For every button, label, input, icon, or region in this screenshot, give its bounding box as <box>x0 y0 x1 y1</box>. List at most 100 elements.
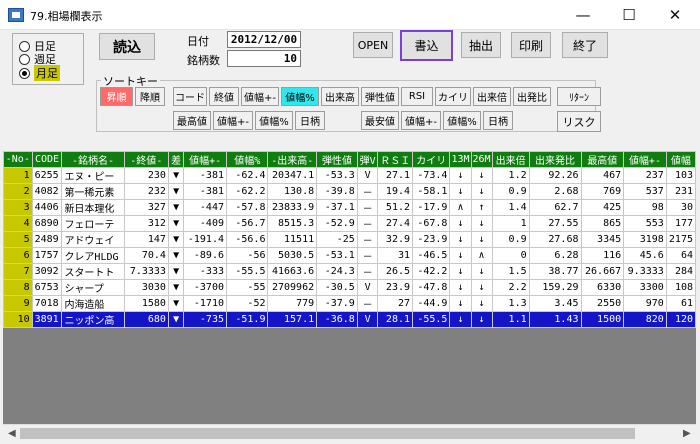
table-row[interactable]: 2 4082 第一稀元素 232 ▼ -381 -62.2 130.8 -39.8 － 19.4 -5… <box>3 183 696 200</box>
date-field[interactable]: 2012/12/00 <box>227 31 301 48</box>
scroll-thumb[interactable] <box>20 428 635 439</box>
sortkey-high-days[interactable]: 日柄 <box>295 111 325 130</box>
table-row[interactable]: 10 3891 ニッポン高 680 ▼ -735 -51.9 157.1 -36.8 V 28.1-… <box>3 311 696 328</box>
maximize-button[interactable]: ☐ <box>606 0 652 30</box>
table-cell: フェローテ <box>61 215 125 232</box>
table-cell: 新日本理化 <box>61 199 125 216</box>
table-row[interactable]: 6 1757 クレアHLDG 70.4 ▼ -89.6 -56 5030.5 -53.1 － 31-… <box>3 247 696 264</box>
table-cell: ▼ <box>167 295 185 312</box>
column-header[interactable]: 最高値 <box>580 151 625 168</box>
minimize-button[interactable]: — <box>560 0 606 30</box>
radio-weekly[interactable]: 週足 <box>19 52 56 66</box>
radio-daily-dot[interactable] <box>19 40 30 52</box>
sortkey-volume-ratio[interactable]: 出来倍 <box>473 87 511 106</box>
sortkey-code[interactable]: コード <box>173 87 207 106</box>
table-cell: -1710 <box>183 295 227 312</box>
table-cell: ▼ <box>167 247 185 264</box>
sortkey-low-change-pct[interactable]: 値幅% <box>443 111 481 130</box>
column-header[interactable]: 出来倍 <box>491 151 530 168</box>
count-field[interactable]: 10 <box>227 50 301 67</box>
column-header[interactable]: -出来高- <box>267 151 318 168</box>
row-number-cell: 4 <box>3 215 33 232</box>
table-row[interactable]: 1 6255 エヌ・ピー 230 ▼ -381 -62.4 20347.1 -53.3 V 27.1… <box>3 167 696 184</box>
table-cell: 120 <box>665 311 696 328</box>
column-header[interactable]: -銘柄名- <box>61 151 125 168</box>
extract-button[interactable]: 抽出 <box>461 32 501 58</box>
sortkey-change[interactable]: 値幅+- <box>241 87 279 106</box>
column-header[interactable]: 値幅% <box>225 151 269 168</box>
table-cell: -39.8 <box>316 183 358 200</box>
sortkey-change-pct[interactable]: 値幅% <box>281 87 319 106</box>
sortkey-low-change[interactable]: 値幅+- <box>401 111 441 130</box>
table-row[interactable]: 8 6753 シャープ 3030 ▼ -3700 -55 2709962 -30.5 V 23.9-… <box>3 279 696 296</box>
sortkey-high-change-pct[interactable]: 値幅% <box>255 111 293 130</box>
table-row[interactable]: 3 4406 新日本理化 327 ▼ -447 -57.8 23833.9 -37.1 － 51.2… <box>3 199 696 216</box>
sortkey-volume[interactable]: 出来高 <box>321 87 359 106</box>
column-header[interactable]: 13M <box>449 151 472 168</box>
table-row[interactable]: 4 6890 フェローテ 312 ▼ -409 -56.7 8515.3 -52.9 － 27.4-… <box>3 215 696 232</box>
table-cell: 231 <box>665 183 696 200</box>
stock-grid[interactable]: -No- CODE -銘柄名- -終値- 差値幅+- 値幅% -出来高- 弾性値 弾V ＲＳＩ カイ… <box>3 151 696 424</box>
sortkey-kairi[interactable]: カイリ <box>435 87 471 106</box>
sortkey-start-ratio[interactable]: 出発比 <box>513 87 551 106</box>
column-header[interactable]: 値幅 <box>665 151 696 168</box>
scroll-left-icon[interactable]: ◀ <box>8 428 16 439</box>
horizontal-scrollbar[interactable]: ◀ ▶ <box>3 424 696 441</box>
row-number-cell: 8 <box>3 279 33 296</box>
column-header[interactable]: 26M <box>470 151 493 168</box>
sortkey-low[interactable]: 最安値 <box>361 111 399 130</box>
sortkey-close[interactable]: 終値 <box>209 87 239 106</box>
row-number-cell: 6 <box>3 247 33 264</box>
print-button[interactable]: 印刷 <box>511 32 551 58</box>
sortkey-rsi[interactable]: RSI <box>401 87 433 106</box>
sortkey-return[interactable]: ﾘﾀｰﾝ <box>557 87 601 106</box>
radio-monthly-dot[interactable] <box>19 67 30 79</box>
table-cell: ▼ <box>167 183 185 200</box>
sort-asc-button[interactable]: 昇順 <box>100 87 133 106</box>
column-header[interactable]: 出来発比 <box>528 151 582 168</box>
table-row[interactable]: 7 3092 スタートト 7.3333 ▼ -333 -55.5 41663.6 -24.3 － 2… <box>3 263 696 280</box>
sortkey-high[interactable]: 最高値 <box>173 111 211 130</box>
table-cell: -36.8 <box>316 311 358 328</box>
column-header[interactable]: 値幅+- <box>183 151 227 168</box>
exit-button[interactable]: 終了 <box>562 32 608 58</box>
table-cell: 28.1 <box>377 311 414 328</box>
table-cell: 680 <box>123 311 169 328</box>
table-cell: 92.26 <box>528 167 582 184</box>
table-cell: 312 <box>123 215 169 232</box>
radio-monthly[interactable]: 月足 <box>19 65 60 81</box>
column-header[interactable]: 弾V <box>356 151 379 168</box>
column-header[interactable]: ＲＳＩ <box>377 151 414 168</box>
column-header[interactable]: -No- <box>3 151 33 168</box>
table-row[interactable]: 9 7018 内海造船 1580 ▼ -1710 -52 779 -37.9 － 27 -44.9 ↓ ↓… <box>3 295 696 312</box>
table-row[interactable]: 5 2489 アドウェイ 147 ▼ -191.4 -56.6 11511 -25 － 32.9 -2… <box>3 231 696 248</box>
table-cell: ↓ <box>470 215 493 232</box>
column-header[interactable]: カイリ <box>412 151 451 168</box>
close-button[interactable]: ✕ <box>652 0 698 30</box>
column-header[interactable]: 弾性値 <box>316 151 358 168</box>
column-header[interactable]: -終値- <box>123 151 169 168</box>
sortkey-elasticity[interactable]: 弾性値 <box>361 87 399 106</box>
table-cell: 0.9 <box>491 183 530 200</box>
read-button[interactable]: 読込 <box>99 33 155 60</box>
column-header[interactable]: 値幅+- <box>623 151 667 168</box>
sort-desc-button[interactable]: 降順 <box>135 87 165 106</box>
table-header-row: -No- CODE -銘柄名- -終値- 差値幅+- 値幅% -出来高- 弾性値 弾V ＲＳＩ カイ… <box>3 151 696 168</box>
column-header[interactable]: 差 <box>167 151 185 168</box>
table-cell: 3891 <box>31 311 63 328</box>
sortkey-low-days[interactable]: 日柄 <box>483 111 513 130</box>
scroll-right-icon[interactable]: ▶ <box>683 428 691 439</box>
table-cell: -3700 <box>183 279 227 296</box>
table-cell: ↑ <box>470 199 493 216</box>
table-cell: -30.5 <box>316 279 358 296</box>
sortkey-high-change[interactable]: 値幅+- <box>213 111 253 130</box>
risk-button[interactable]: リスク <box>557 111 601 132</box>
table-cell: 27.4 <box>377 215 414 232</box>
radio-weekly-dot[interactable] <box>19 53 30 65</box>
column-header[interactable]: CODE <box>31 151 63 168</box>
open-button[interactable]: OPEN <box>353 32 393 58</box>
table-cell: ▼ <box>167 231 185 248</box>
table-cell: 32.9 <box>377 231 414 248</box>
write-button[interactable]: 書込 <box>400 30 453 61</box>
table-cell: ▼ <box>167 279 185 296</box>
